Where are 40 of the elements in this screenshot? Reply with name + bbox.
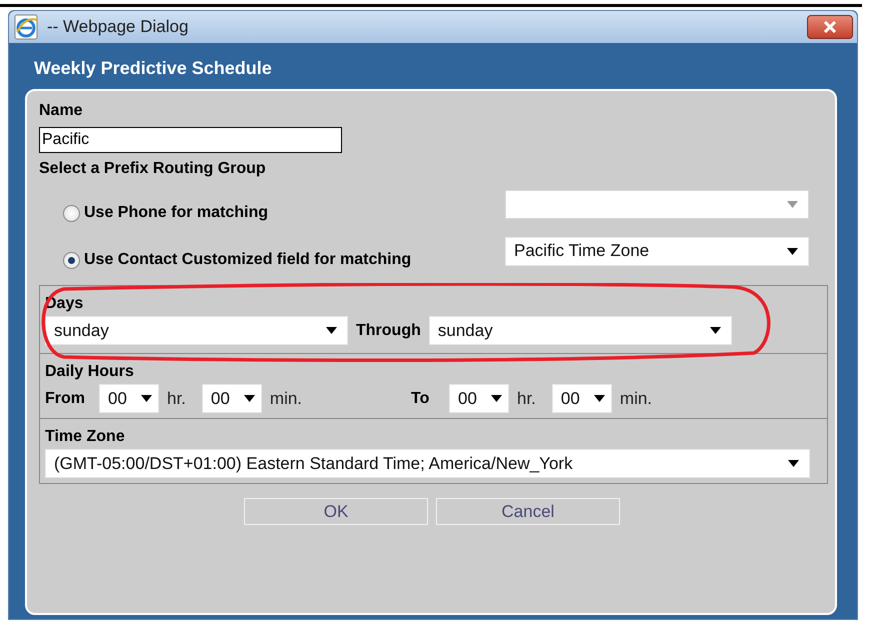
radio-button[interactable] [63,204,80,222]
minute-dropdown[interactable]: 00 [552,384,612,413]
radio-label: Use Phone for matching [84,203,268,223]
field-label: To [411,388,430,408]
radio-label: Use Contact Customized field for matching [84,250,412,270]
time-zone-dropdown[interactable]: (GMT-05:00/DST+01:00) Eastern Standard Time; America/New_York [45,449,810,478]
dialog-button[interactable]: Cancel [436,498,620,525]
day-dropdown[interactable]: sunday [428,316,732,345]
field-label: Through [356,320,421,340]
field-label: From [45,388,86,408]
caret-icon [710,327,721,334]
name-field[interactable]: Pacific [39,127,342,153]
radio-button[interactable] [63,252,80,268]
caret-icon [594,395,605,402]
unit-label: hr. [167,388,186,410]
caret-icon [491,395,502,402]
unit-label: hr. [517,388,536,410]
caret-icon [787,248,798,254]
hour-dropdown[interactable]: 00 [99,384,159,413]
field-label: Name [39,101,84,121]
close-button[interactable] [807,15,853,39]
caret-icon [141,395,152,402]
day-dropdown[interactable]: sunday [45,316,348,345]
minute-dropdown[interactable]: 00 [202,384,262,413]
dialog-title: Weekly Predictive Schedule [34,58,272,78]
unit-label: min. [270,388,302,410]
section-label: Select a Prefix Routing Group [39,159,267,179]
caret-icon [788,460,799,467]
section-label: Time Zone [45,427,126,447]
window-title: -- Webpage Dialog [47,16,188,38]
match-dropdown[interactable]: Pacific Time Zone [505,236,809,266]
caret-icon [244,395,255,402]
browser-icon [13,14,39,40]
caret-icon [326,327,337,334]
section-label: Daily Hours [45,362,135,382]
unit-label: min. [620,388,652,410]
dialog-button[interactable]: OK [244,498,428,525]
hour-dropdown[interactable]: 00 [449,384,509,413]
close-icon [823,21,837,33]
caret-icon [787,200,798,208]
